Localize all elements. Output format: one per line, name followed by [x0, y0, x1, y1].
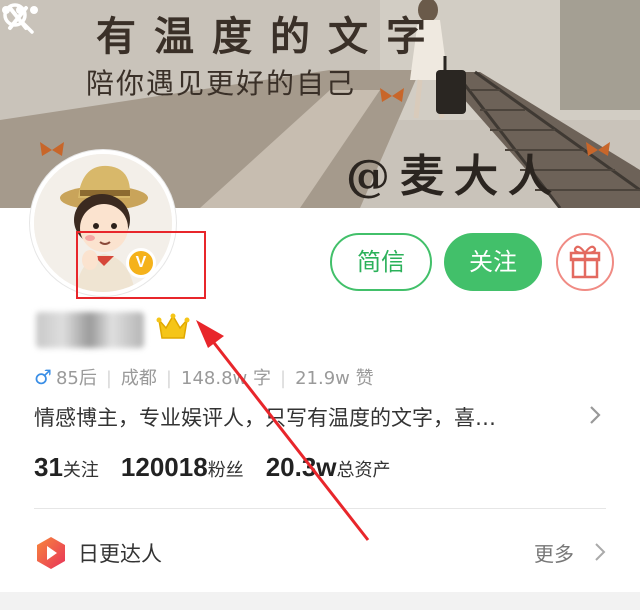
message-button[interactable]: 简信 — [330, 233, 432, 291]
divider — [34, 508, 606, 509]
like-count: 21.9w 赞 — [295, 368, 374, 389]
annotation-box — [76, 231, 206, 299]
banner-subtitle: 陪你遇见更好的自己 — [86, 67, 357, 100]
more-icon[interactable] — [0, 0, 40, 20]
daily-update-icon — [37, 537, 65, 569]
gift-button[interactable] — [556, 233, 614, 291]
daily-update-label[interactable]: 日更达人 — [78, 538, 162, 568]
age-group: 85后 — [55, 368, 97, 389]
profile-meta: ♂ 85后 | 成都 | 148.8w 字 | 21.9w 赞 — [34, 365, 374, 389]
username-redacted — [36, 312, 144, 348]
male-icon: ♂ — [34, 365, 52, 389]
more-link[interactable]: 更多 — [534, 538, 574, 567]
profile-stats: 31关注 120018粉丝 20.3w总资产 — [34, 452, 413, 483]
gift-icon — [569, 245, 601, 279]
bottom-strip — [0, 592, 640, 610]
chevron-right-icon[interactable] — [594, 542, 606, 562]
stat-followers[interactable]: 120018粉丝 — [121, 452, 266, 482]
banner-watermark: @麦大人 — [346, 151, 562, 202]
stat-assets[interactable]: 20.3w总资产 — [266, 452, 413, 482]
word-count: 148.8w 字 — [181, 368, 271, 389]
follow-button[interactable]: 关注 — [444, 233, 542, 291]
chevron-right-icon[interactable] — [588, 404, 602, 426]
crown-icon — [156, 313, 190, 339]
banner-title: 有温度的文字 — [96, 13, 444, 60]
stat-following[interactable]: 31关注 — [34, 452, 121, 482]
profile-bio[interactable]: 情感博主，专业娱评人，只写有温度的文字，喜… — [34, 402, 574, 432]
city: 成都 — [120, 368, 157, 389]
